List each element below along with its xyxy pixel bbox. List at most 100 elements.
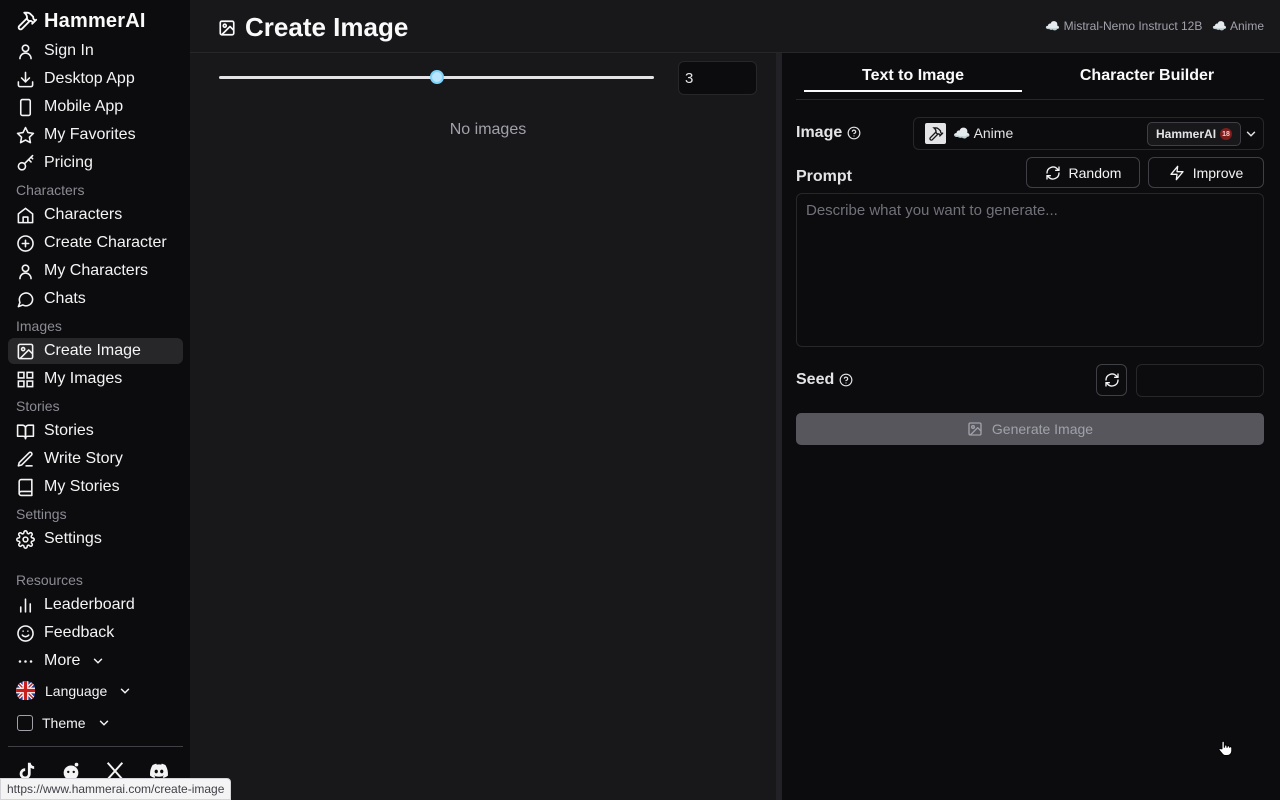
seed-input[interactable] xyxy=(1136,364,1264,397)
sidebar-item-label: Theme xyxy=(42,715,86,731)
prompt-input[interactable] xyxy=(796,193,1264,347)
page-title: Create Image xyxy=(245,12,409,42)
sidebar-item-label: Create Character xyxy=(44,234,167,251)
gear-icon xyxy=(16,529,35,549)
active-tab-indicator xyxy=(804,90,1022,92)
random-label: Random xyxy=(1068,164,1122,181)
sidebar-item-pricing[interactable]: Pricing xyxy=(8,150,183,176)
plus-circle-icon xyxy=(17,234,34,252)
sidebar-item-my-images[interactable]: My Images xyxy=(8,366,183,392)
sidebar-item-sign-in[interactable]: Sign In xyxy=(8,38,183,64)
bar-chart-icon xyxy=(19,597,32,613)
zap-icon xyxy=(1170,165,1184,180)
sidebar-item-label: Chats xyxy=(44,290,86,307)
help-icon[interactable] xyxy=(847,126,861,140)
sidebar-item-label: My Favorites xyxy=(44,126,136,143)
section-label-settings: Settings xyxy=(16,506,67,522)
sidebar-item-stories[interactable]: Stories xyxy=(8,418,183,444)
sidebar-item-feedback[interactable]: Feedback xyxy=(8,620,183,646)
image-gallery-panel: No images xyxy=(190,53,776,800)
sidebar: HammerAI Sign In Desktop App Mobile App … xyxy=(0,0,190,800)
sidebar-item-my-favorites[interactable]: My Favorites xyxy=(8,122,183,148)
sidebar-item-create-image[interactable]: Create Image xyxy=(8,338,183,364)
sidebar-item-label: My Stories xyxy=(44,478,120,495)
message-circle-icon xyxy=(17,291,34,307)
brand-logo[interactable]: HammerAI xyxy=(16,8,146,34)
star-icon xyxy=(16,126,35,143)
sidebar-item-label: Sign In xyxy=(44,42,94,59)
model-thumbnail xyxy=(925,123,946,144)
image-model-indicator[interactable]: ☁️ Anime xyxy=(1212,19,1264,33)
sidebar-item-my-characters[interactable]: My Characters xyxy=(8,258,183,284)
sidebar-item-label: My Characters xyxy=(44,262,149,279)
chevron-down-icon xyxy=(99,720,108,726)
user-icon xyxy=(19,263,32,279)
grid-size-slider-thumb[interactable] xyxy=(429,70,444,84)
age-rating-icon: 18 xyxy=(1220,128,1233,140)
sidebar-item-label: More xyxy=(44,652,81,669)
brand-name: HammerAI xyxy=(44,9,146,32)
sidebar-item-label: Pricing xyxy=(44,154,93,171)
image-model-label-group: Image xyxy=(796,124,861,142)
image-model-label: Image xyxy=(796,124,843,141)
sidebar-item-label: Stories xyxy=(44,422,94,439)
hammer-icon xyxy=(928,126,943,141)
download-icon xyxy=(17,71,34,87)
generation-panel: Text to Image Character Builder Image ☁️… xyxy=(782,53,1280,800)
chat-model-indicator[interactable]: ☁️ Mistral-Nemo Instruct 12B xyxy=(1045,19,1202,33)
page-title-group: Create Image xyxy=(218,12,408,43)
model-name-text: Anime xyxy=(973,125,1014,141)
random-prompt-button[interactable]: Random xyxy=(1026,157,1140,188)
cloud-icon: ☁️ xyxy=(953,125,971,141)
chevron-down-icon xyxy=(94,658,103,664)
sidebar-item-label: Create Image xyxy=(44,342,141,359)
randomize-seed-button[interactable] xyxy=(1096,364,1127,396)
sidebar-item-label: Mobile App xyxy=(44,98,124,115)
grid-icon xyxy=(17,371,34,387)
checkbox-icon xyxy=(17,715,33,731)
prompt-label: Prompt xyxy=(796,168,852,185)
sidebar-item-my-stories[interactable]: My Stories xyxy=(8,474,183,500)
sidebar-item-label: Leaderboard xyxy=(44,596,135,613)
section-label-characters: Characters xyxy=(16,182,85,198)
pen-icon xyxy=(17,451,33,467)
smartphone-icon xyxy=(19,98,32,116)
refresh-icon xyxy=(1104,373,1119,387)
sidebar-item-label: Characters xyxy=(44,206,123,223)
sidebar-item-create-character[interactable]: Create Character xyxy=(8,230,183,256)
theme-selector[interactable]: Theme xyxy=(8,710,183,736)
section-label-images: Images xyxy=(16,318,62,334)
sidebar-item-label: Feedback xyxy=(44,624,115,641)
grid-columns-input[interactable] xyxy=(678,61,757,95)
seed-label: Seed xyxy=(796,371,835,388)
sidebar-item-settings[interactable]: Settings xyxy=(8,526,183,552)
sidebar-item-mobile-app[interactable]: Mobile App xyxy=(8,94,183,120)
chevron-down-icon xyxy=(121,688,130,694)
image-model-name: Anime xyxy=(1229,19,1264,33)
image-icon xyxy=(968,422,982,436)
section-label-stories: Stories xyxy=(16,398,60,414)
generate-image-button[interactable]: Generate Image xyxy=(796,413,1264,445)
provider-name: HammerAI xyxy=(1156,127,1217,141)
sidebar-item-label: Desktop App xyxy=(44,70,135,87)
refresh-icon xyxy=(1045,165,1060,180)
sidebar-item-desktop-app[interactable]: Desktop App xyxy=(8,66,183,92)
sidebar-item-chats[interactable]: Chats xyxy=(8,286,183,312)
cloud-icon: ☁️ xyxy=(1212,19,1228,33)
language-selector[interactable]: Language xyxy=(8,678,183,704)
book-open-icon xyxy=(16,423,35,439)
improve-prompt-button[interactable]: Improve xyxy=(1148,157,1264,188)
help-icon[interactable] xyxy=(839,373,853,387)
generate-label: Generate Image xyxy=(991,421,1094,437)
sidebar-item-write-story[interactable]: Write Story xyxy=(8,446,183,472)
image-icon xyxy=(219,19,235,36)
image-model-select[interactable]: ☁️ Anime HammerAI 18 xyxy=(913,117,1264,150)
user-icon xyxy=(19,43,32,59)
ellipsis-icon xyxy=(18,659,33,663)
sidebar-item-characters[interactable]: Characters xyxy=(8,202,183,228)
page-header: Create Image ☁️ Mistral-Nemo Instruct 12… xyxy=(190,0,1280,53)
sidebar-item-label: My Images xyxy=(44,370,123,387)
sidebar-item-leaderboard[interactable]: Leaderboard xyxy=(8,592,183,618)
sidebar-item-more[interactable]: More xyxy=(8,648,183,674)
tab-character-builder[interactable]: Character Builder xyxy=(1040,67,1254,93)
